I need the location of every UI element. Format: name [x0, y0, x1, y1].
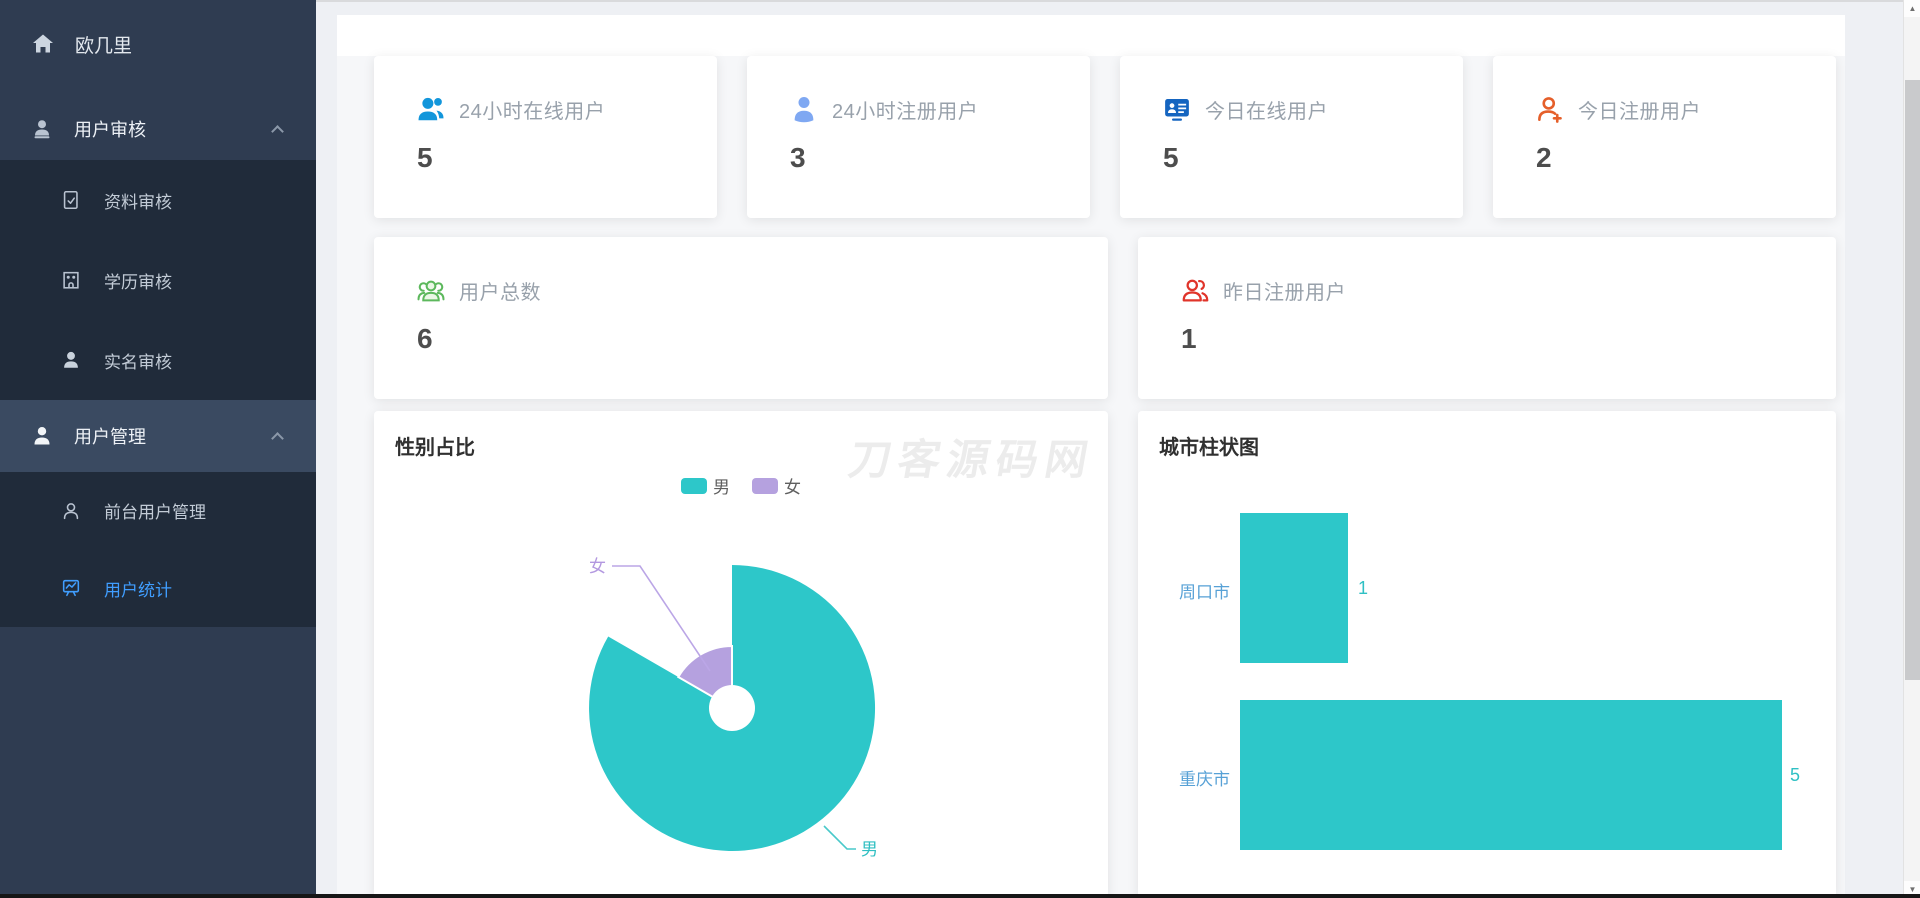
bar-value-label: 1: [1358, 578, 1369, 598]
user-icon: [30, 424, 54, 448]
sidebar-item-user-management[interactable]: 用户管理: [0, 400, 316, 472]
legend-swatch-female: [752, 477, 778, 494]
window-bottom-border: [0, 894, 1920, 898]
scrollbar-thumb[interactable]: [1905, 80, 1920, 680]
scroll-up-button[interactable]: ▲: [1904, 0, 1920, 17]
legend-label: 女: [784, 478, 801, 497]
chevron-up-icon: [271, 431, 284, 445]
watermark: 刀客源码网: [845, 436, 1099, 483]
bar-category-label: 重庆市: [1179, 770, 1230, 789]
pie-leader-line-male: [823, 825, 856, 850]
sidebar-item-label: 资料审核: [104, 192, 172, 212]
stat-value: 1: [1181, 323, 1197, 354]
bar-chongqing[interactable]: [1240, 700, 1782, 850]
home-icon: [31, 32, 55, 56]
sidebar-item-realname-audit[interactable]: 实名审核: [0, 320, 316, 400]
sidebar-submenu-audit: 资料审核 学历审核 实名审核: [0, 160, 316, 400]
user-group-icon: [416, 275, 446, 305]
stat-card-registered-today: 今日注册用户 2: [1493, 56, 1836, 218]
sidebar-item-data-audit[interactable]: 资料审核: [0, 160, 316, 240]
stat-label: 今日注册用户: [1578, 100, 1701, 123]
main-panel-top: [337, 15, 1845, 56]
stat-card-registered-yesterday: 昨日注册用户 1: [1138, 237, 1836, 399]
vertical-scrollbar[interactable]: ▲ ▼: [1903, 0, 1920, 898]
city-bar-chart-card: 城市柱状图 周口市 1 重庆市 5: [1138, 411, 1836, 898]
bar-zhoukou[interactable]: [1240, 513, 1348, 663]
legend-label: 男: [713, 478, 730, 497]
sidebar-item-label: 用户审核: [74, 120, 146, 140]
stat-value: 6: [417, 323, 433, 354]
stat-card-online-24h: 24小时在线用户 5: [374, 56, 717, 218]
stat-label: 用户总数: [459, 281, 541, 304]
sidebar: 欧几里 用户审核 资料审核 学历审核 实名审核 用户管理 前台用户管理 用户统计: [0, 0, 316, 898]
person-outline-icon: [60, 500, 82, 522]
school-building-icon: [60, 269, 82, 291]
app-window: 欧几里 用户审核 资料审核 学历审核 实名审核 用户管理 前台用户管理 用户统计…: [0, 0, 1920, 898]
bar-value-label: 5: [1790, 765, 1801, 785]
sidebar-item-front-user-management[interactable]: 前台用户管理: [0, 472, 316, 549]
sidebar-item-user-statistics[interactable]: 用户统计: [0, 549, 316, 627]
sidebar-item-education-audit[interactable]: 学历审核: [0, 240, 316, 320]
stat-card-online-today: 今日在线用户 5: [1120, 56, 1463, 218]
window-top-border: [316, 0, 1920, 2]
stat-label: 昨日注册用户: [1223, 281, 1346, 304]
sidebar-item-label: 前台用户管理: [104, 503, 206, 522]
sidebar-item-label: 学历审核: [104, 272, 172, 292]
sidebar-item-label: 用户管理: [74, 427, 146, 447]
pie-callout-female: 女: [589, 557, 606, 576]
pie-callout-male: 男: [861, 840, 878, 859]
legend-item-female[interactable]: 女: [752, 473, 801, 498]
sidebar-item-label: 用户统计: [104, 580, 172, 600]
users-outline-icon: [1180, 275, 1210, 305]
stat-label: 今日在线用户: [1205, 100, 1328, 123]
stat-value: 5: [1163, 142, 1179, 173]
bar-category-label: 周口市: [1179, 583, 1230, 602]
sidebar-submenu-management: 前台用户管理 用户统计: [0, 472, 316, 627]
user-plus-icon: [1535, 94, 1565, 124]
pie-chart-title: 性别占比: [395, 437, 475, 459]
stat-value: 5: [417, 142, 433, 173]
chevron-up-icon: [271, 124, 284, 138]
user-audit-icon: [30, 117, 54, 141]
user-icon: [789, 94, 819, 124]
sidebar-logo[interactable]: 欧几里: [0, 8, 316, 80]
stat-value: 3: [790, 142, 806, 173]
users-icon: [416, 94, 446, 124]
stat-card-registered-24h: 24小时注册用户 3: [747, 56, 1090, 218]
stat-card-total-users: 用户总数 6: [374, 237, 1108, 399]
stat-label: 24小时在线用户: [459, 100, 606, 123]
legend-swatch-male: [681, 477, 707, 494]
stat-label: 24小时注册用户: [832, 100, 979, 123]
document-check-icon: [60, 189, 82, 211]
id-card-icon: [1162, 94, 1192, 124]
legend-item-male[interactable]: 男: [681, 473, 730, 498]
sidebar-item-label: 实名审核: [104, 352, 172, 372]
person-icon: [60, 349, 82, 371]
sidebar-logo-label: 欧几里: [75, 35, 133, 57]
sidebar-item-user-audit[interactable]: 用户审核: [0, 96, 316, 162]
chart-board-icon: [60, 577, 82, 599]
bar-chart-title: 城市柱状图: [1159, 437, 1259, 459]
stat-value: 2: [1536, 142, 1552, 173]
pie-inner-hole: [709, 685, 755, 731]
